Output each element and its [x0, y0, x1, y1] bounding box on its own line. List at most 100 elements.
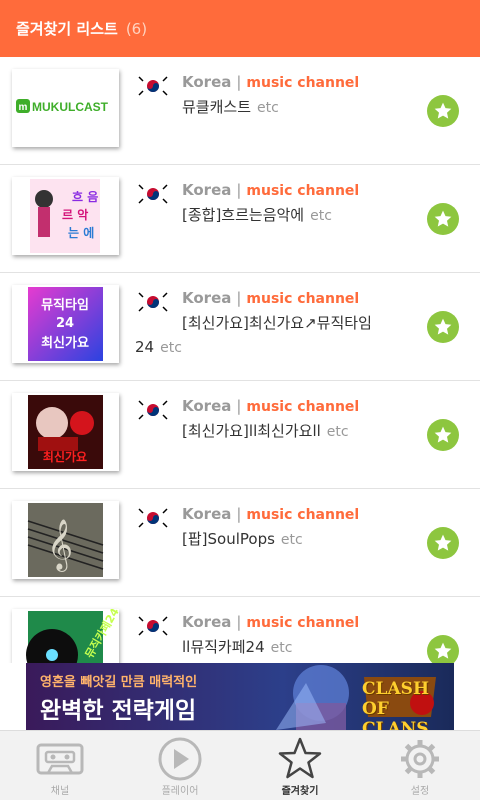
- channel-meta: Korea | music channel: [182, 397, 360, 415]
- country-label: Korea: [182, 397, 232, 415]
- favorite-button[interactable]: [427, 419, 459, 451]
- cassette-icon: [36, 743, 84, 775]
- favorite-button[interactable]: [427, 95, 459, 127]
- favorite-button[interactable]: [427, 311, 459, 343]
- tab-channel[interactable]: 채널: [0, 731, 120, 800]
- bottom-tab-bar: 채널 플레이어 즐겨찾기 설정: [0, 730, 480, 800]
- page-title: 즐겨찾기 리스트: [16, 20, 118, 38]
- korea-flag-icon: [135, 505, 171, 531]
- ad-tagline: 영혼을 빼앗길 만큼 매력적인: [40, 675, 198, 690]
- list-item[interactable]: 뮤직카페24 Korea | music channel ll뮤직카페24 etc: [0, 597, 480, 663]
- channel-name-block: [최신가요]ll최신가요ll etc: [182, 419, 412, 444]
- list-item[interactable]: m MUKULCAST Korea | music channel 뮤클캐스트 etc: [0, 57, 480, 165]
- music-time-image: 뮤직타임 24 최신가요: [12, 285, 119, 363]
- country-label: Korea: [182, 73, 232, 91]
- tab-favorites[interactable]: 즐겨찾기: [240, 731, 360, 800]
- category-label: music channel: [246, 291, 360, 307]
- channel-thumbnail: 뮤직타임 24 최신가요: [12, 285, 119, 363]
- channel-name-block: [팝]SoulPops etc: [182, 527, 412, 552]
- korea-flag-icon: [135, 181, 171, 207]
- category-label: music channel: [246, 183, 360, 199]
- channel-thumbnail: 최신가요: [12, 393, 119, 471]
- ad-banner[interactable]: 영혼을 빼앗길 만큼 매력적인 완벽한 전략게임 CLASH OF CLANS: [26, 663, 454, 730]
- svg-text:는 에: 는 에: [68, 225, 94, 240]
- tab-label: 채널: [50, 786, 70, 797]
- play-icon: [158, 737, 202, 781]
- star-icon: [434, 102, 452, 119]
- favorites-list[interactable]: m MUKULCAST Korea | music channel 뮤클캐스트 etc: [0, 57, 480, 663]
- star-icon: [278, 737, 322, 779]
- channel-name: 뮤클캐스트: [182, 98, 252, 116]
- star-icon: [434, 426, 452, 443]
- channel-name-block: 뮤클캐스트 etc: [182, 95, 412, 120]
- svg-text:최신가요: 최신가요: [41, 336, 89, 351]
- channel-meta: Korea | music channel: [182, 73, 360, 91]
- channel-meta: Korea | music channel: [182, 181, 360, 199]
- channel-name: ll뮤직카페24: [182, 638, 265, 656]
- country-label: Korea: [182, 181, 232, 199]
- star-icon: [434, 534, 452, 551]
- ad-headline: 완벽한 전략게임: [40, 698, 197, 724]
- channel-suffix: etc: [270, 640, 293, 656]
- category-label: music channel: [246, 507, 360, 523]
- country-label: Korea: [182, 613, 232, 631]
- list-item[interactable]: 최신가요 Korea | music channel [최신가요]ll최신가요ll e…: [0, 381, 480, 489]
- channel-name-block: [최신가요]최신가요↗뮤직타임24 etc: [135, 311, 405, 360]
- channel-name-block: [종합]흐르는음악에 etc: [182, 203, 412, 228]
- channel-meta: Korea | music channel: [182, 505, 360, 523]
- svg-text:𝄞: 𝄞: [47, 519, 73, 572]
- star-icon: [434, 210, 452, 227]
- list-item[interactable]: 흐 음 르 악 는 에 Korea | music channel [종합]흐르는음…: [0, 165, 480, 273]
- thumbnail-text: MUKULCAST: [32, 100, 109, 114]
- korea-flag-icon: [135, 397, 171, 423]
- favorites-count: (6): [125, 19, 148, 38]
- channel-suffix: etc: [257, 100, 279, 116]
- korea-flag-icon: [135, 613, 171, 639]
- channel-suffix: etc: [280, 532, 303, 548]
- music-flow-image: 흐 음 르 악 는 에: [12, 177, 119, 255]
- category-label: music channel: [246, 75, 360, 91]
- channel-suffix: etc: [326, 424, 349, 440]
- ad-brand-logo: CLASH OF CLANS: [362, 679, 430, 730]
- svg-text:최신가요: 최신가요: [43, 449, 87, 464]
- favorite-button[interactable]: [427, 635, 459, 663]
- tab-settings[interactable]: 설정: [360, 731, 480, 800]
- channel-thumbnail: 𝄞: [12, 501, 119, 579]
- list-item[interactable]: 뮤직타임 24 최신가요 Korea | music channel [최신가요]최…: [0, 273, 480, 381]
- svg-text:뮤직타임: 뮤직타임: [41, 297, 89, 313]
- channel-name: [최신가요]ll최신가요ll: [182, 422, 321, 440]
- mukulcast-logo: m MUKULCAST: [12, 69, 119, 147]
- korea-flag-icon: [135, 73, 171, 99]
- tab-label: 즐겨찾기: [281, 786, 319, 797]
- svg-text:m: m: [19, 102, 28, 113]
- country-label: Korea: [182, 505, 232, 523]
- treble-clef-image: 𝄞: [12, 501, 119, 579]
- category-label: music channel: [246, 615, 360, 631]
- star-icon: [434, 642, 452, 659]
- svg-text:르 악: 르 악: [62, 208, 88, 222]
- channel-thumbnail: m MUKULCAST: [12, 69, 119, 147]
- channel-name-block: ll뮤직카페24 etc: [182, 635, 412, 660]
- tab-player[interactable]: 플레이어: [120, 731, 240, 800]
- latest-songs-image: 최신가요: [12, 393, 119, 471]
- list-item[interactable]: 𝄞 Korea | music channel [팝]SoulPops etc: [0, 489, 480, 597]
- favorite-button[interactable]: [427, 203, 459, 235]
- app-header: 즐겨찾기 리스트 (6): [0, 0, 480, 57]
- category-label: music channel: [246, 399, 360, 415]
- svg-text:흐 음: 흐 음: [72, 189, 98, 204]
- channel-meta: Korea | music channel: [182, 289, 360, 307]
- channel-meta: Korea | music channel: [182, 613, 360, 631]
- gear-icon: [401, 740, 439, 778]
- channel-name: [종합]흐르는음악에: [182, 206, 305, 224]
- channel-suffix: etc: [160, 340, 182, 356]
- channel-thumbnail: 뮤직카페24: [12, 609, 119, 663]
- channel-suffix: etc: [310, 208, 332, 224]
- music-cafe-image: 뮤직카페24: [12, 609, 119, 663]
- channel-thumbnail: 흐 음 르 악 는 에: [12, 177, 119, 255]
- country-label: Korea: [182, 289, 232, 307]
- favorite-button[interactable]: [427, 527, 459, 559]
- star-icon: [434, 318, 452, 335]
- channel-name: [팝]SoulPops: [182, 530, 275, 548]
- tab-label: 설정: [410, 786, 430, 797]
- svg-text:24: 24: [56, 316, 74, 331]
